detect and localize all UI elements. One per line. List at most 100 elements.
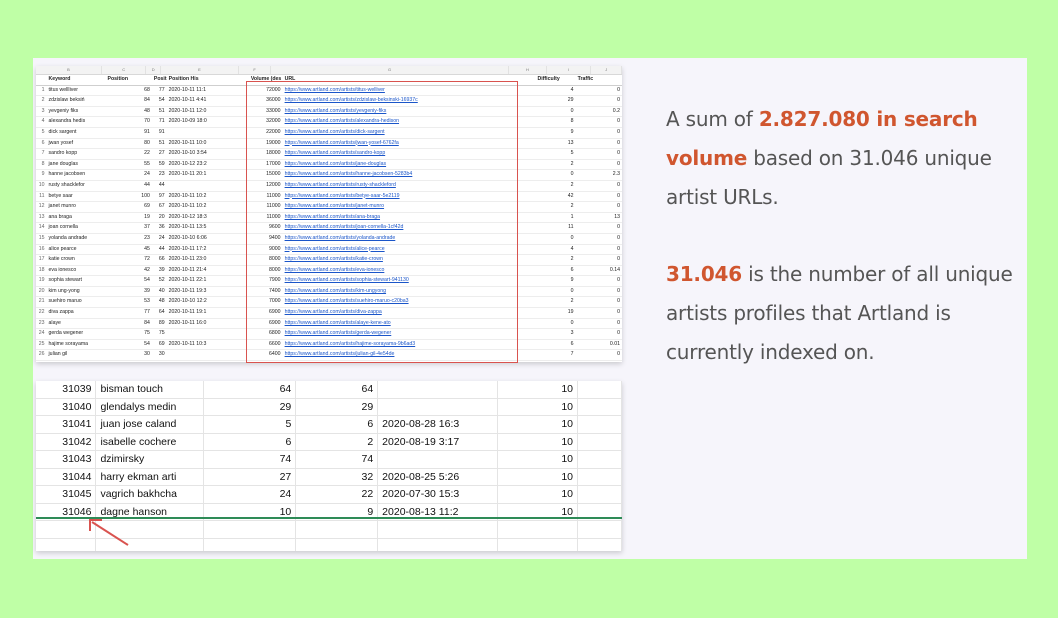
table-cell: 14 — [36, 222, 47, 234]
table-cell: 54 — [105, 275, 152, 287]
table-cell: 39 — [151, 265, 167, 277]
table-row[interactable]: 19 sophia stewart 54 52 2020-10-11 22:1 7900 h… — [36, 275, 622, 287]
artist-url-link[interactable]: https://www.artland.com/artists/hajime-s… — [282, 339, 536, 351]
artist-url-link[interactable]: https://www.artland.com/artists/rusty-sh… — [282, 180, 536, 192]
artist-url-link[interactable]: https://www.artland.com/artists/alice-pe… — [282, 244, 536, 256]
table-row[interactable]: 31045 vagrich bakhcha 24 22 2020-07-30 15:3 1… — [36, 485, 622, 504]
header-traffic[interactable]: Traffic — [575, 75, 622, 86]
table-row[interactable]: 31044 harry ekman arti 27 32 2020-08-25 5:26… — [36, 468, 622, 486]
column-letter[interactable]: F — [239, 66, 272, 74]
artist-url-link[interactable]: https://www.artland.com/artists/ana-brag… — [282, 212, 536, 224]
artist-url-link[interactable]: https://www.artland.com/artists/betye-sa… — [282, 191, 536, 203]
column-letter[interactable]: E — [161, 66, 239, 74]
header-position-history[interactable]: Position His — [151, 75, 167, 86]
artist-url-link[interactable]: https://www.artland.com/artists/jwan-yos… — [282, 138, 536, 150]
table-row[interactable]: 12 janet munro 69 67 2020-10-11 10:2 11000 htt… — [36, 201, 622, 213]
table-cell: 0 — [575, 127, 622, 139]
artist-url-link[interactable]: https://www.artland.com/artists/diva-zap… — [282, 307, 536, 319]
header-position[interactable]: Position — [105, 75, 152, 86]
artist-url-link[interactable]: https://www.artland.com/artists/joan-cor… — [282, 222, 536, 234]
artist-url-link[interactable]: https://www.artland.com/artists/gerda-we… — [282, 328, 536, 340]
artist-url-link[interactable]: https://www.artland.com/artists/titus-we… — [282, 85, 536, 97]
table-row[interactable]: 31041 juan jose caland 5 6 2020-08-28 16:3 10 — [36, 415, 622, 434]
column-letter[interactable]: D — [146, 66, 162, 74]
table-cell: 80 — [105, 360, 152, 362]
artist-url-link[interactable]: https://www.artland.com/artists/yevgeniy… — [282, 106, 536, 118]
table-cell: 26 — [36, 349, 47, 362]
artist-url-link[interactable]: https://www.artland.com/artists/alaye-ke… — [282, 318, 536, 330]
table-row[interactable]: 4 alexandra hedis 70 71 2020-10-09 18:0 32000… — [36, 116, 622, 128]
empty-cell — [577, 520, 622, 539]
table-row[interactable]: 9 hanne jacobsen 24 23 2020-10-11 20:1 15000 h… — [36, 169, 622, 181]
table-row[interactable]: 1 titus wellliver 68 77 2020-10-11 11:1 72000… — [36, 85, 622, 97]
table-row[interactable]: 31040 glendalys medin 29 29 10 — [36, 398, 622, 416]
table-row[interactable]: 14 joan cornella 37 36 2020-10-11 13:5 9600 ht… — [36, 222, 622, 234]
table-row[interactable]: 2 zdzislaw beksiń 84 54 2020-10-11 4:41 36000… — [36, 95, 622, 107]
artist-url-link[interactable]: https://www.artland.com/artists/hanne-ja… — [282, 169, 536, 181]
table-row[interactable]: 22 diva zappa 77 64 2020-10-11 19:1 6900 https… — [36, 307, 622, 319]
table-row[interactable]: 7 sandro kopp 22 27 2020-10-10 3:54 18000 http… — [36, 148, 622, 160]
table-row[interactable]: 13 ana braga 19 20 2020-10-12 18:3 11000 https… — [36, 212, 622, 224]
column-letter[interactable]: G — [271, 66, 509, 74]
table-row[interactable]: 31039 bisman touch 64 64 10 — [36, 381, 622, 399]
table-cell: yolanda andrade — [46, 233, 106, 245]
table-row[interactable]: 6 jwan yosef 80 51 2020-10-11 10:0 19000 https… — [36, 138, 622, 150]
artist-url-link[interactable]: https://www.artland.com/artists/jane-dou… — [282, 159, 536, 171]
table-row[interactable]: 5 dick sargent 91 91 22000 https://www.artlan… — [36, 127, 622, 139]
table-cell: 2 — [535, 201, 576, 213]
table-cell: 0 — [575, 349, 622, 362]
table-row[interactable]: 23 alaye 84 89 2020-10-11 16:0 6900 https://ww… — [36, 318, 622, 330]
artist-url-link[interactable]: https://www.artland.com/artists/julian-g… — [282, 349, 536, 362]
column-letter[interactable]: I — [547, 66, 592, 74]
table-row[interactable]: 16 alice pearce 45 44 2020-10-11 17:2 9000 htt… — [36, 244, 622, 256]
table-cell: 2020-08-19 3:17 — [377, 433, 499, 451]
table-cell: 55 — [105, 159, 152, 171]
table-cell — [166, 127, 249, 139]
table-row[interactable]: 25 hajime sorayama 54 69 2020-10-11 10:3 6600… — [36, 339, 622, 351]
column-letter[interactable]: B — [36, 66, 102, 74]
table-row[interactable]: 31042 isabelle cochere 6 2 2020-08-19 3:17 10 — [36, 433, 622, 451]
column-letter[interactable]: C — [102, 66, 147, 74]
empty-cell — [577, 468, 622, 486]
table-row[interactable]: 18 eva ionesco 42 39 2020-10-11 21:4 8000 http… — [36, 265, 622, 277]
table-row[interactable]: 11 betye saar 100 97 2020-10-11 10:2 11000 htt… — [36, 191, 622, 203]
table-row[interactable]: 24 gerda wegener 75 75 6800 https://www.artla… — [36, 328, 622, 340]
table-cell: 2020-10-10 14:5 — [166, 360, 249, 362]
column-letter[interactable]: H — [509, 66, 548, 74]
table-cell: 2020-10-10 12:2 — [166, 296, 249, 309]
artist-url-link[interactable]: https://www.artland.com/artists/sandro-k… — [282, 148, 536, 160]
header-volume[interactable]: Volume (des — [248, 75, 283, 86]
header-keyword[interactable]: Keyword — [46, 75, 106, 86]
artist-url-link[interactable]: https://www.artland.com/artists/alexandr… — [282, 116, 536, 128]
artist-url-link[interactable]: https://www.artland.com/artists/yolanda-… — [282, 233, 536, 245]
column-letter[interactable]: J — [591, 66, 622, 74]
header-difficulty[interactable]: Difficulty — [535, 75, 576, 86]
table-row[interactable]: 10 rusty shacklefor 44 44 12000 https://www.a… — [36, 180, 622, 192]
artist-url-link[interactable]: https://www.artland.com/artists/janet-mu… — [282, 201, 536, 213]
artist-url-link[interactable]: https://www.artland.com/artists/eduardo-… — [282, 360, 536, 362]
artist-url-link[interactable]: https://www.artland.com/artists/dick-sar… — [282, 127, 536, 139]
table-cell: 20 — [151, 212, 167, 224]
table-row[interactable]: 27eduardo ramírez80832020-10-10 14:56100… — [36, 360, 622, 362]
table-row[interactable]: 3 yevgeniy fiks 48 51 2020-10-11 12:0 33000 ht… — [36, 106, 622, 118]
artist-url-link[interactable]: https://www.artland.com/artists/suehiro-… — [282, 296, 536, 309]
table-cell: 6800 — [248, 328, 283, 340]
table-cell: 9000 — [248, 244, 283, 256]
artist-url-link[interactable]: https://www.artland.com/artists/eva-ione… — [282, 265, 536, 277]
table-row[interactable]: 26 julian gil 30 30 6400 https://www.artland.… — [36, 349, 622, 362]
artist-url-link[interactable]: https://www.artland.com/artists/katie-cr… — [282, 254, 536, 266]
table-cell: 2020-10-11 16:0 — [166, 318, 249, 330]
table-row[interactable]: 8 jane douglas 55 59 2020-10-12 23:2 17000 htt… — [36, 159, 622, 171]
table-row[interactable]: 17 katie crown 72 66 2020-10-11 23:0 8000 http… — [36, 254, 622, 266]
artist-url-link[interactable]: https://www.artland.com/artists/zdzislaw… — [282, 95, 536, 107]
table-row[interactable]: 15 yolanda andrade 23 24 2020-10-10 6:06 9400… — [36, 233, 622, 245]
header-url[interactable]: URL — [282, 75, 536, 86]
header-position-history-date[interactable]: Position His — [166, 75, 249, 86]
table-cell: 0 — [575, 116, 622, 128]
table-row[interactable]: 31043 dzimirsky 74 74 10 — [36, 450, 622, 469]
table-cell: 2020-10-11 22:1 — [166, 275, 249, 287]
table-row[interactable]: 21 suehiro maruo 53 48 2020-10-10 12:2 7000 ht… — [36, 296, 622, 309]
artist-url-link[interactable]: https://www.artland.com/artists/kim-ungy… — [282, 286, 536, 298]
table-row[interactable]: 20 kim ung-yong 39 40 2020-10-11 19:3 7400 htt… — [36, 286, 622, 298]
artist-url-link[interactable]: https://www.artland.com/artists/sophia-s… — [282, 275, 536, 287]
